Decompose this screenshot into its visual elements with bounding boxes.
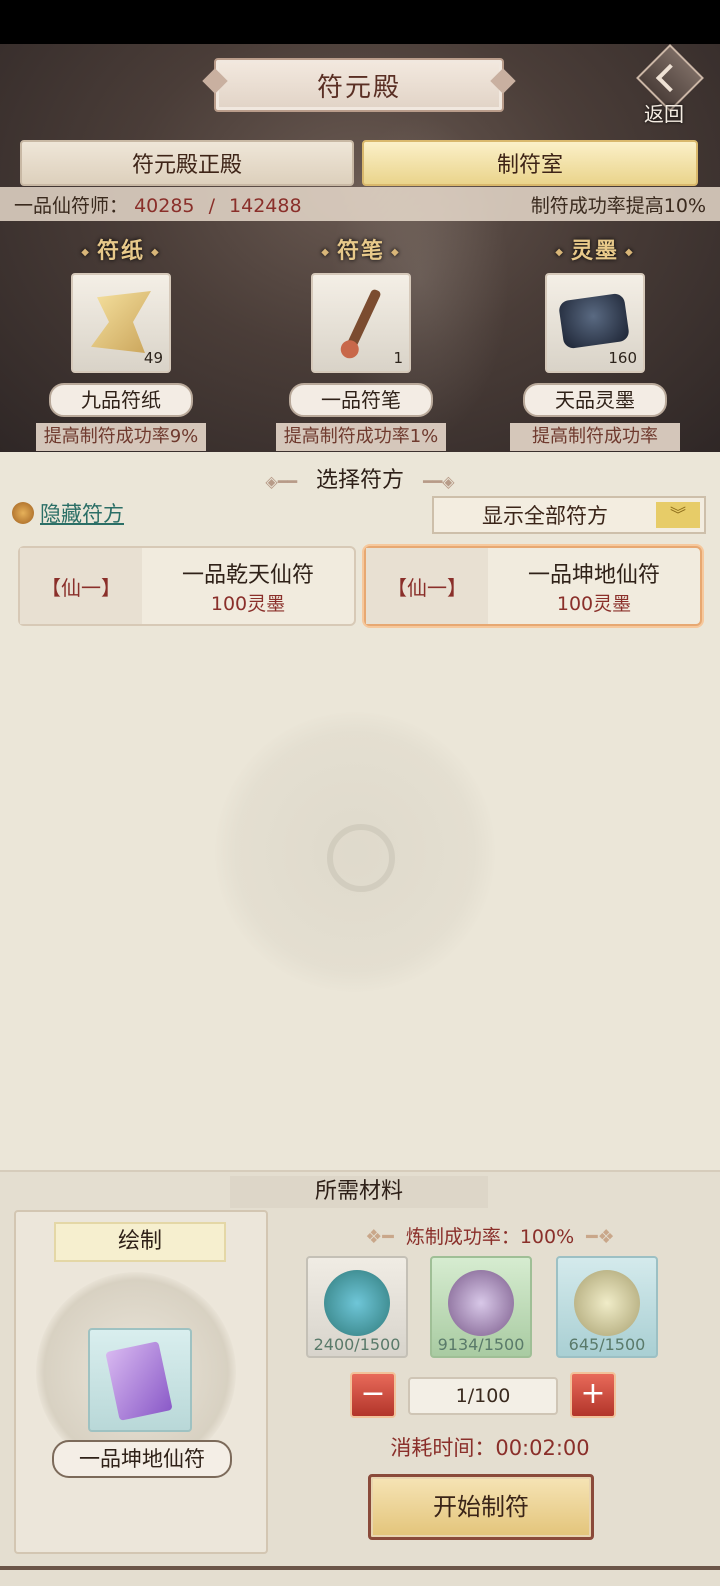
- selected-talisman-name: 一品坤地仙符: [52, 1440, 232, 1478]
- inkstone-icon: [557, 292, 631, 350]
- progress-separator: /: [208, 194, 215, 217]
- filter-value: 显示全部符方: [482, 504, 608, 528]
- slot-item-paper[interactable]: 49: [71, 273, 171, 373]
- progress-current: 40285: [134, 194, 195, 217]
- recipe-name: 一品坤地仙符: [527, 562, 660, 588]
- start-crafting-button[interactable]: 开始制符: [368, 1474, 594, 1540]
- slot-name: 天品灵墨: [523, 383, 667, 417]
- status-bar: [0, 0, 720, 44]
- recipe-card[interactable]: 【仙一】 一品乾天仙符 100灵墨: [18, 546, 356, 626]
- bottom-border: [0, 1566, 720, 1570]
- slot-title: 符笔: [276, 233, 446, 265]
- slot-name: 一品符笔: [289, 383, 433, 417]
- recipe-section-title: 选择符方: [315, 468, 404, 493]
- recipe-cost: 100灵墨: [556, 592, 632, 615]
- slot-bonus: 提高制符成功率1%: [276, 423, 446, 451]
- craft-rate-text: 炼制成功率：100%: [405, 1226, 575, 1248]
- rank-info-strip: 一品仙符师： 40285 / 142488 制符成功率提高10%: [0, 187, 720, 221]
- recipe-card-selected[interactable]: 【仙一】 一品坤地仙符 100灵墨: [364, 546, 702, 626]
- slot-count: 1: [393, 349, 403, 367]
- material-count: 9134/1500: [437, 1335, 525, 1354]
- rank-progress: 一品仙符师： 40285 / 142488: [14, 191, 302, 218]
- material-count: 645/1500: [568, 1335, 646, 1354]
- materials-title: 所需材料: [230, 1176, 488, 1208]
- pine-cone-icon: [574, 1270, 640, 1336]
- slot-count: 49: [143, 349, 163, 367]
- back-label: 返回: [644, 102, 684, 126]
- material-slot[interactable]: 2400/1500: [306, 1256, 408, 1358]
- slot-item-ink[interactable]: 160: [545, 273, 645, 373]
- recipe-cost: 100灵墨: [210, 592, 286, 615]
- taiji-watermark-icon: [215, 712, 495, 992]
- increase-quantity-button[interactable]: +: [570, 1372, 616, 1418]
- tab-crafting-room[interactable]: 制符室: [362, 140, 698, 186]
- divider-right-icon: ━━◈: [423, 472, 455, 491]
- slot-paper: 符纸 49 九品符纸 提高制符成功率9%: [36, 233, 206, 451]
- slot-brush: 符笔 1 一品符笔 提高制符成功率1%: [276, 233, 446, 451]
- divider-left-icon: ❖━: [365, 1226, 394, 1248]
- slot-title: 灵墨: [510, 233, 680, 265]
- selected-talisman-slot[interactable]: [88, 1328, 192, 1432]
- decrease-quantity-button[interactable]: −: [350, 1372, 396, 1418]
- hide-recipes-toggle[interactable]: 隐藏符方: [12, 498, 124, 528]
- slot-title: 符纸: [36, 233, 206, 265]
- talisman-paper-icon: [91, 291, 151, 353]
- progress-max: 142488: [229, 194, 302, 217]
- brush-icon: [342, 288, 382, 358]
- divider-right-icon: ━❖: [586, 1226, 615, 1248]
- lilac-flower-icon: [448, 1270, 514, 1336]
- slot-item-brush[interactable]: 1: [311, 273, 411, 373]
- slot-count: 160: [608, 349, 637, 367]
- success-bonus: 制符成功率提高10%: [530, 194, 706, 217]
- slot-bonus: 提高制符成功率9%: [36, 423, 206, 451]
- material-slot[interactable]: 9134/1500: [430, 1256, 532, 1358]
- talisman-scroll-icon: [105, 1341, 173, 1421]
- slot-name: 九品符纸: [49, 383, 193, 417]
- slot-bonus: 提高制符成功率100%: [510, 423, 680, 475]
- draw-label: 绘制: [54, 1222, 226, 1262]
- rank-label: 一品仙符师：: [14, 194, 129, 217]
- tab-main-hall[interactable]: 符元殿正殿: [20, 140, 354, 186]
- flame-icon: [12, 502, 34, 524]
- recipe-section-header: ◈━━ 选择符方 ━━◈: [0, 462, 720, 494]
- material-slot[interactable]: 645/1500: [556, 1256, 658, 1358]
- material-count: 2400/1500: [313, 1335, 401, 1354]
- back-button[interactable]: 返回: [636, 44, 704, 126]
- recipe-name: 一品乾天仙符: [181, 562, 314, 588]
- page-title: 符元殿: [214, 58, 504, 112]
- craft-time: 消耗时间：00:02:00: [390, 1436, 590, 1460]
- recipe-grade: 【仙一】: [366, 548, 488, 624]
- hide-recipes-label: 隐藏符方: [40, 502, 124, 526]
- craft-rate: ❖━ 炼制成功率：100% ━❖: [272, 1222, 708, 1249]
- slot-ink: 灵墨 160 天品灵墨 提高制符成功率100%: [510, 233, 680, 475]
- recipe-filter-select[interactable]: 显示全部符方 ︾: [432, 496, 706, 534]
- quantity-field[interactable]: 1/100: [408, 1377, 558, 1415]
- divider-left-icon: ◈━━: [265, 472, 297, 491]
- blue-flower-icon: [324, 1270, 390, 1336]
- chevron-down-icon: ︾: [656, 502, 700, 528]
- recipe-grade: 【仙一】: [20, 548, 142, 624]
